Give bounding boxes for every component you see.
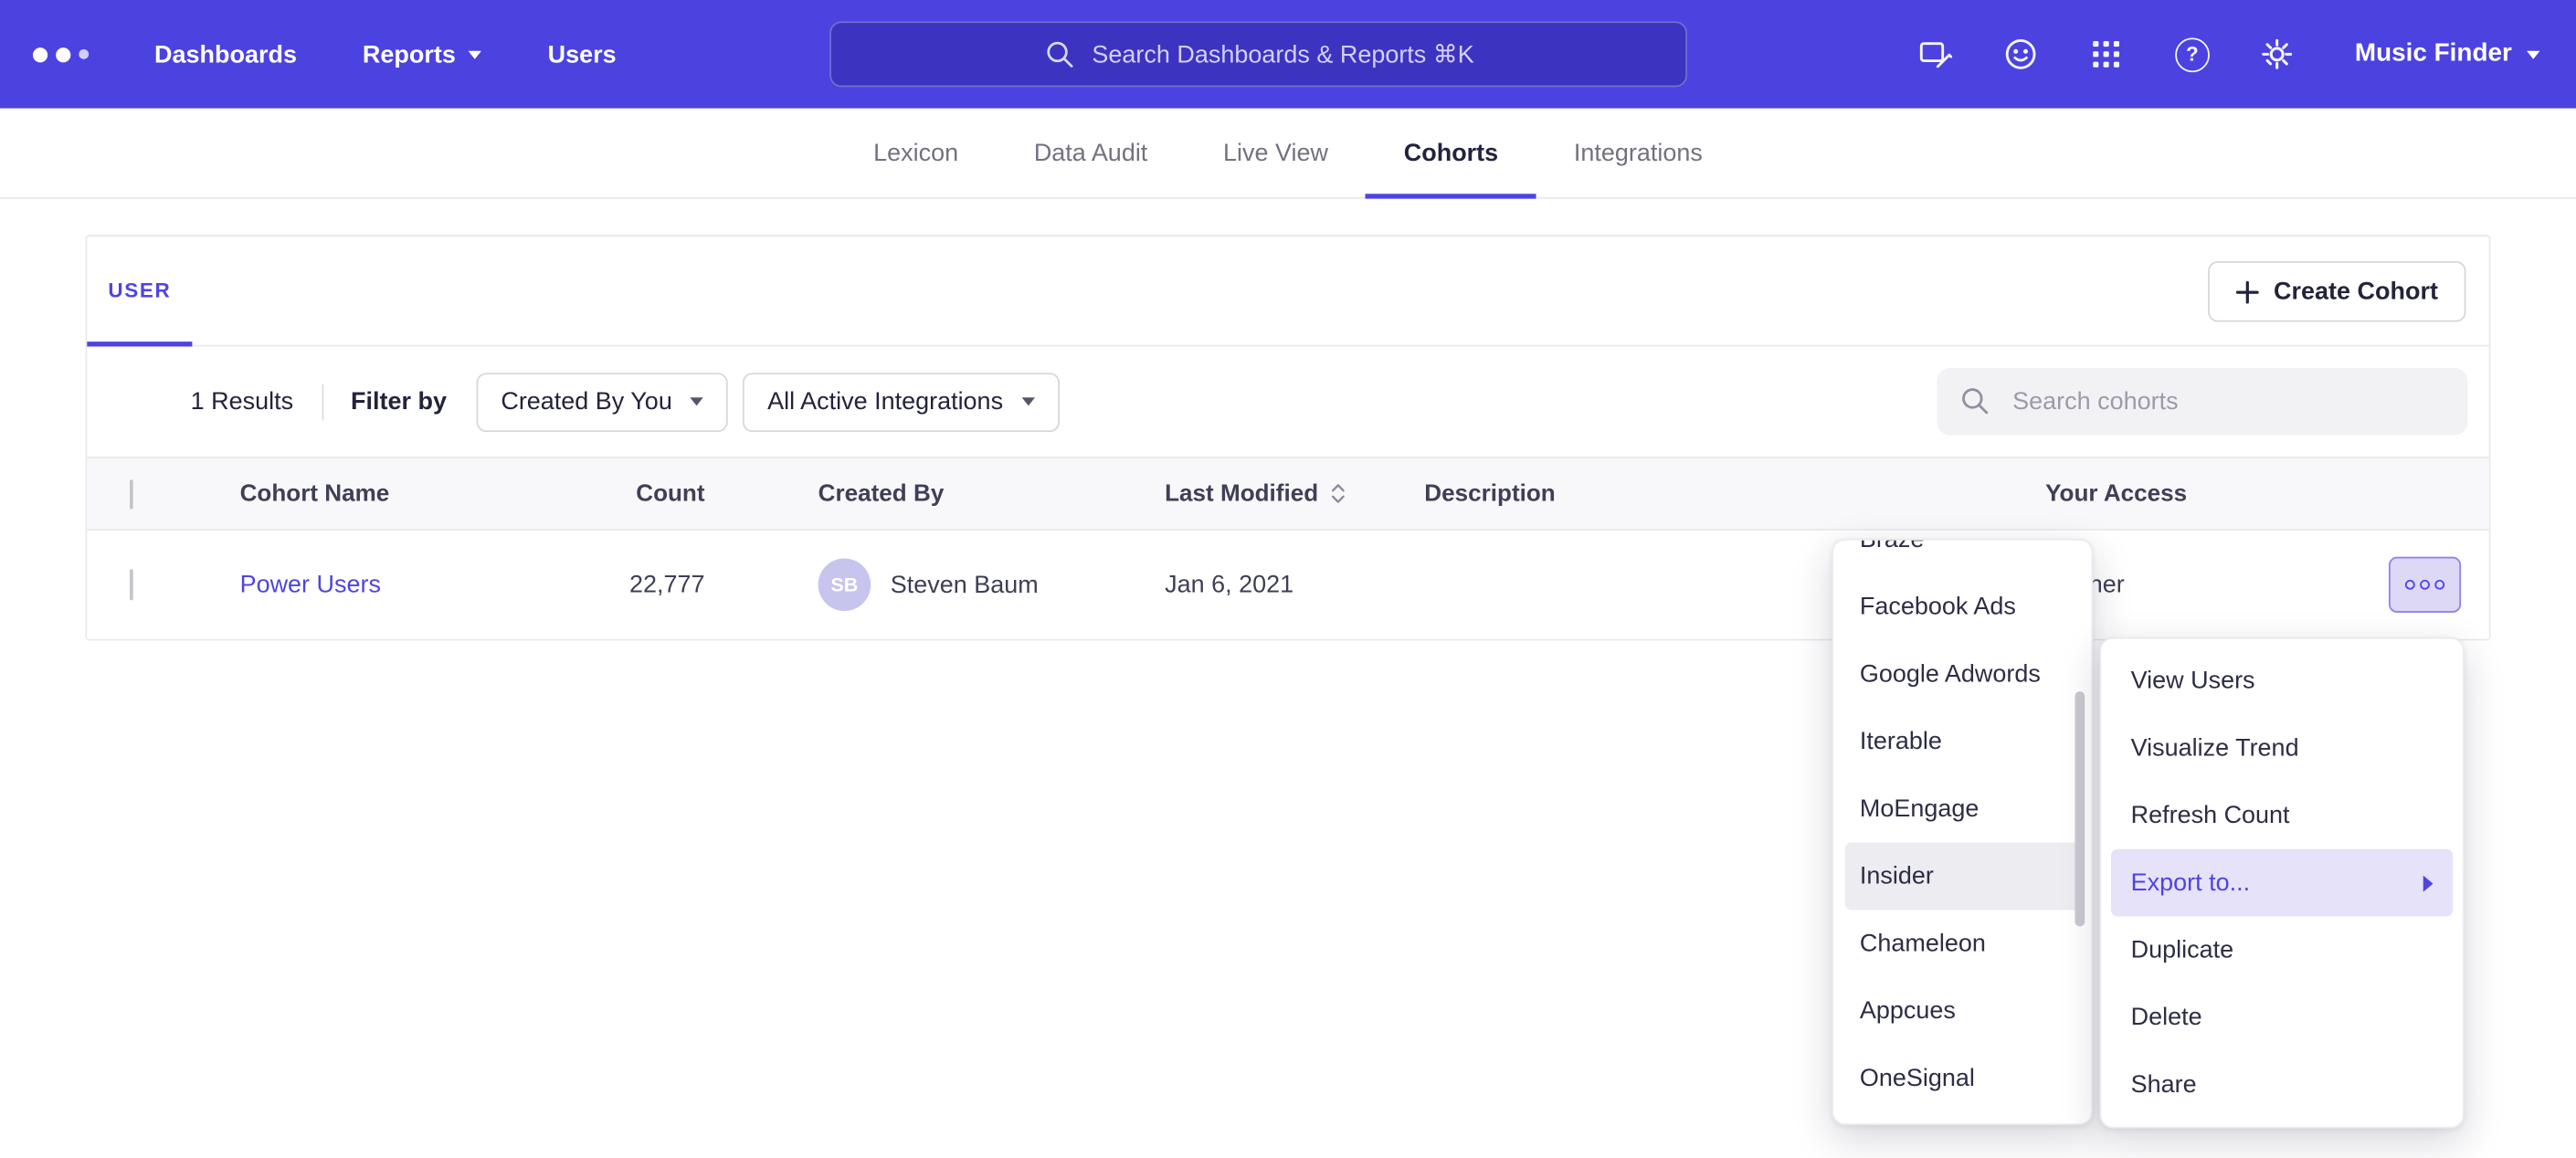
logo-dot: [33, 47, 48, 61]
export-target-moengage[interactable]: MoEngage: [1833, 775, 2091, 843]
search-icon: [1042, 37, 1075, 70]
nav-item-dashboards[interactable]: Dashboards: [154, 40, 297, 68]
header-last-modified[interactable]: Last Modified: [1165, 480, 1347, 507]
feedback-smiley-icon[interactable]: [2003, 37, 2040, 73]
cohort-search-input[interactable]: [1937, 368, 2467, 436]
export-target-google-adwords[interactable]: Google Adwords: [1833, 640, 2091, 708]
nav-item-label: Reports: [363, 40, 456, 68]
nav-item-reports[interactable]: Reports: [363, 40, 482, 68]
tab-live-view[interactable]: Live View: [1186, 109, 1367, 197]
create-cohort-label: Create Cohort: [2274, 278, 2438, 306]
search-icon: [1958, 384, 1991, 417]
tab-cohorts[interactable]: Cohorts: [1366, 109, 1536, 197]
apps-grid-icon[interactable]: [2089, 37, 2126, 73]
export-target-insider[interactable]: Insider: [1845, 843, 2080, 911]
table-row: Power Users 22,777 SB Steven Baum Jan 6,…: [87, 531, 2488, 639]
table-header-row: Cohort Name Count Created By Last Modifi…: [87, 457, 2488, 531]
chevron-down-icon: [469, 50, 481, 58]
top-nav: Dashboards Reports Users Search Dashboar…: [0, 0, 2576, 109]
export-target-facebook-ads[interactable]: Facebook Ads: [1833, 574, 2091, 641]
menu-item-export-to[interactable]: Export to...: [2111, 849, 2453, 917]
menu-item-duplicate[interactable]: Duplicate: [2101, 917, 2463, 984]
export-target-braze[interactable]: Braze: [1833, 539, 2091, 574]
header-cohort-name: Cohort Name: [240, 480, 390, 507]
chevron-down-icon: [691, 397, 703, 405]
global-search-input[interactable]: Search Dashboards & Reports ⌘K: [829, 21, 1687, 87]
ellipsis-icon: [2434, 580, 2444, 590]
export-targets-list: Braze Facebook Ads Google Adwords Iterab…: [1833, 539, 2091, 1112]
header-label: Last Modified: [1165, 480, 1318, 507]
menu-item-visualize-trend[interactable]: Visualize Trend: [2101, 714, 2463, 782]
workspace-name: Music Finder: [2355, 39, 2512, 68]
export-target-chameleon[interactable]: Chameleon: [1833, 910, 2091, 977]
menu-item-share[interactable]: Share: [2101, 1051, 2463, 1119]
global-search-placeholder: Search Dashboards & Reports ⌘K: [1092, 39, 1473, 68]
last-modified-cell: Jan 6, 2021: [1165, 571, 1293, 599]
nav-item-label: Users: [548, 40, 617, 68]
nav-item-label: Dashboards: [154, 40, 297, 68]
row-actions-button[interactable]: [2389, 557, 2461, 613]
menu-item-label: Export to...: [2131, 868, 2250, 897]
select-all-checkbox[interactable]: [130, 479, 133, 508]
header-description: Description: [1424, 480, 1555, 507]
tab-integrations[interactable]: Integrations: [1536, 109, 1741, 197]
chevron-down-icon: [2527, 50, 2539, 58]
settings-gear-icon[interactable]: [2260, 37, 2296, 73]
ellipsis-icon: [2405, 580, 2415, 590]
avatar: SB: [818, 558, 871, 611]
section-tabbar: Lexicon Data Audit Live View Cohorts Int…: [0, 109, 2576, 199]
cohort-count: 22,777: [541, 571, 705, 599]
row-context-menu: View Users Visualize Trend Refresh Count…: [2099, 637, 2464, 1129]
submenu-arrow-icon: [2423, 875, 2433, 891]
menu-item-delete[interactable]: Delete: [2101, 984, 2463, 1051]
results-count: 1 Results: [191, 387, 293, 416]
export-target-onesignal[interactable]: OneSignal: [1833, 1045, 2091, 1112]
created-by-cell: SB Steven Baum: [818, 558, 1039, 611]
filter-toolbar: 1 Results Filter by Created By You All A…: [87, 346, 2488, 456]
plus-icon: [2236, 280, 2259, 303]
row-checkbox[interactable]: [130, 569, 133, 600]
tab-user-cohorts[interactable]: USER: [87, 237, 192, 345]
created-by-name: Steven Baum: [891, 571, 1039, 599]
export-target-appcues[interactable]: Appcues: [1833, 977, 2091, 1045]
chevron-down-icon: [1021, 397, 1034, 405]
sort-arrows-icon[interactable]: [1330, 481, 1348, 506]
menu-item-refresh-count[interactable]: Refresh Count: [2101, 782, 2463, 849]
export-targets-menu: Braze Facebook Ads Google Adwords Iterab…: [1832, 539, 2093, 1125]
ellipsis-icon: [2420, 580, 2430, 590]
app-root: Dashboards Reports Users Search Dashboar…: [0, 0, 2576, 1158]
help-icon[interactable]: ?: [2174, 37, 2211, 73]
context-menu-list: View Users Visualize Trend Refresh Count…: [2101, 647, 2463, 1119]
header-your-access: Your Access: [2045, 480, 2187, 507]
header-created-by: Created By: [818, 480, 945, 507]
filter-integrations-dropdown[interactable]: All Active Integrations: [743, 372, 1059, 431]
tab-lexicon[interactable]: Lexicon: [836, 109, 997, 197]
tab-data-audit[interactable]: Data Audit: [996, 109, 1185, 197]
divider: [322, 384, 323, 420]
menu-scrollbar[interactable]: [2075, 691, 2085, 926]
logo-dot: [56, 47, 70, 61]
filter-created-by-dropdown[interactable]: Created By You: [476, 372, 728, 431]
cohorts-panel: USER Create Cohort 1 Results Filter by C…: [86, 235, 2491, 640]
menu-item-view-users[interactable]: View Users: [2101, 647, 2463, 715]
cohort-search: [1937, 368, 2467, 436]
top-nav-right: ? Music Finder: [1918, 0, 2540, 109]
cohort-name-link[interactable]: Power Users: [240, 571, 381, 599]
panel-header: USER Create Cohort: [87, 237, 2488, 346]
header-count: Count: [541, 480, 705, 507]
filter-label: All Active Integrations: [767, 387, 1003, 416]
filter-label: Created By You: [501, 387, 671, 416]
nav-item-users[interactable]: Users: [548, 40, 617, 68]
primary-nav: Dashboards Reports Users: [154, 40, 617, 68]
filter-by-label: Filter by: [351, 387, 447, 416]
question-mark-glyph: ?: [2175, 37, 2210, 71]
logo-dot: [79, 49, 89, 59]
mixpanel-dots-logo[interactable]: [33, 47, 89, 61]
workspace-switcher[interactable]: Music Finder: [2355, 39, 2540, 68]
whiteboard-edit-icon[interactable]: [1918, 37, 1955, 73]
create-cohort-button[interactable]: Create Cohort: [2208, 261, 2465, 322]
export-target-iterable[interactable]: Iterable: [1833, 708, 2091, 775]
